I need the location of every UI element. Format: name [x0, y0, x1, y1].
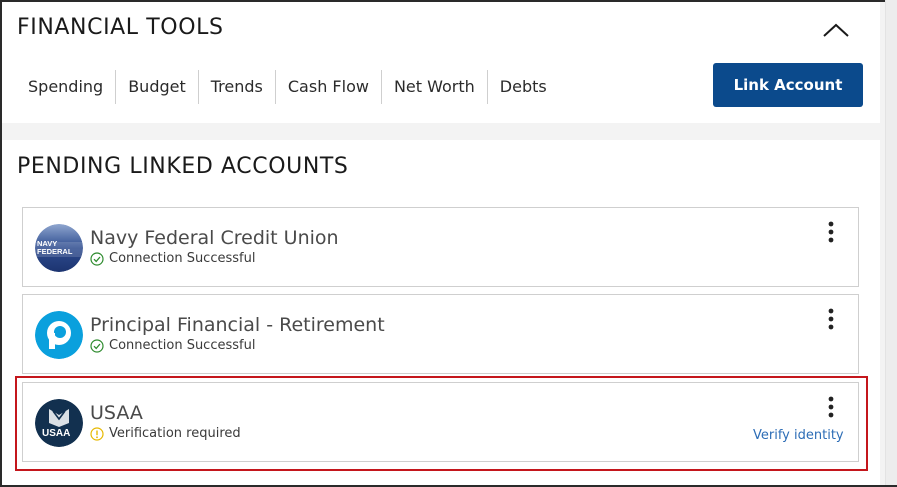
account-row-principal[interactable]: Principal Financial - Retirement Connect… — [22, 294, 859, 374]
tab-net-worth[interactable]: Net Worth — [382, 70, 488, 104]
principal-logo — [35, 311, 83, 359]
pending-accounts-panel: PENDING LINKED ACCOUNTS NAVY FEDERAL Nav… — [2, 140, 880, 485]
tab-trends[interactable]: Trends — [199, 70, 276, 104]
account-status: Connection Successful — [90, 338, 255, 353]
tab-spending[interactable]: Spending — [17, 70, 117, 104]
check-circle-icon — [90, 338, 104, 353]
financial-tools-panel: FINANCIAL TOOLS Spending Budget Trends C… — [2, 2, 880, 123]
navy-federal-logo: NAVY FEDERAL — [35, 224, 83, 272]
tab-debts[interactable]: Debts — [488, 70, 559, 104]
kebab-menu-icon — [828, 308, 834, 330]
check-circle-icon — [90, 251, 104, 266]
account-status-text: Connection Successful — [109, 338, 256, 353]
more-options-button[interactable] — [823, 220, 839, 246]
pending-accounts-title: PENDING LINKED ACCOUNTS — [17, 154, 349, 179]
tab-budget[interactable]: Budget — [116, 70, 199, 104]
more-options-button[interactable] — [823, 307, 839, 333]
tab-cash-flow[interactable]: Cash Flow — [276, 70, 382, 104]
tool-tabs: Spending Budget Trends Cash Flow Net Wor… — [17, 70, 559, 104]
highlight-annotation-box — [15, 376, 868, 471]
financial-tools-title: FINANCIAL TOOLS — [17, 15, 224, 40]
account-name: Principal Financial - Retirement — [90, 314, 385, 336]
account-status-text: Connection Successful — [109, 251, 256, 266]
account-name: Navy Federal Credit Union — [90, 227, 339, 249]
account-row-navy-federal[interactable]: NAVY FEDERAL Navy Federal Credit Union C… — [22, 207, 859, 287]
link-account-button[interactable]: Link Account — [713, 63, 863, 107]
scrollbar-track[interactable] — [885, 0, 897, 485]
kebab-menu-icon — [828, 221, 834, 243]
chevron-up-icon — [823, 23, 849, 37]
account-status: Connection Successful — [90, 251, 255, 266]
collapse-button[interactable] — [820, 16, 852, 44]
navy-federal-logo-text-2: FEDERAL — [37, 247, 73, 256]
